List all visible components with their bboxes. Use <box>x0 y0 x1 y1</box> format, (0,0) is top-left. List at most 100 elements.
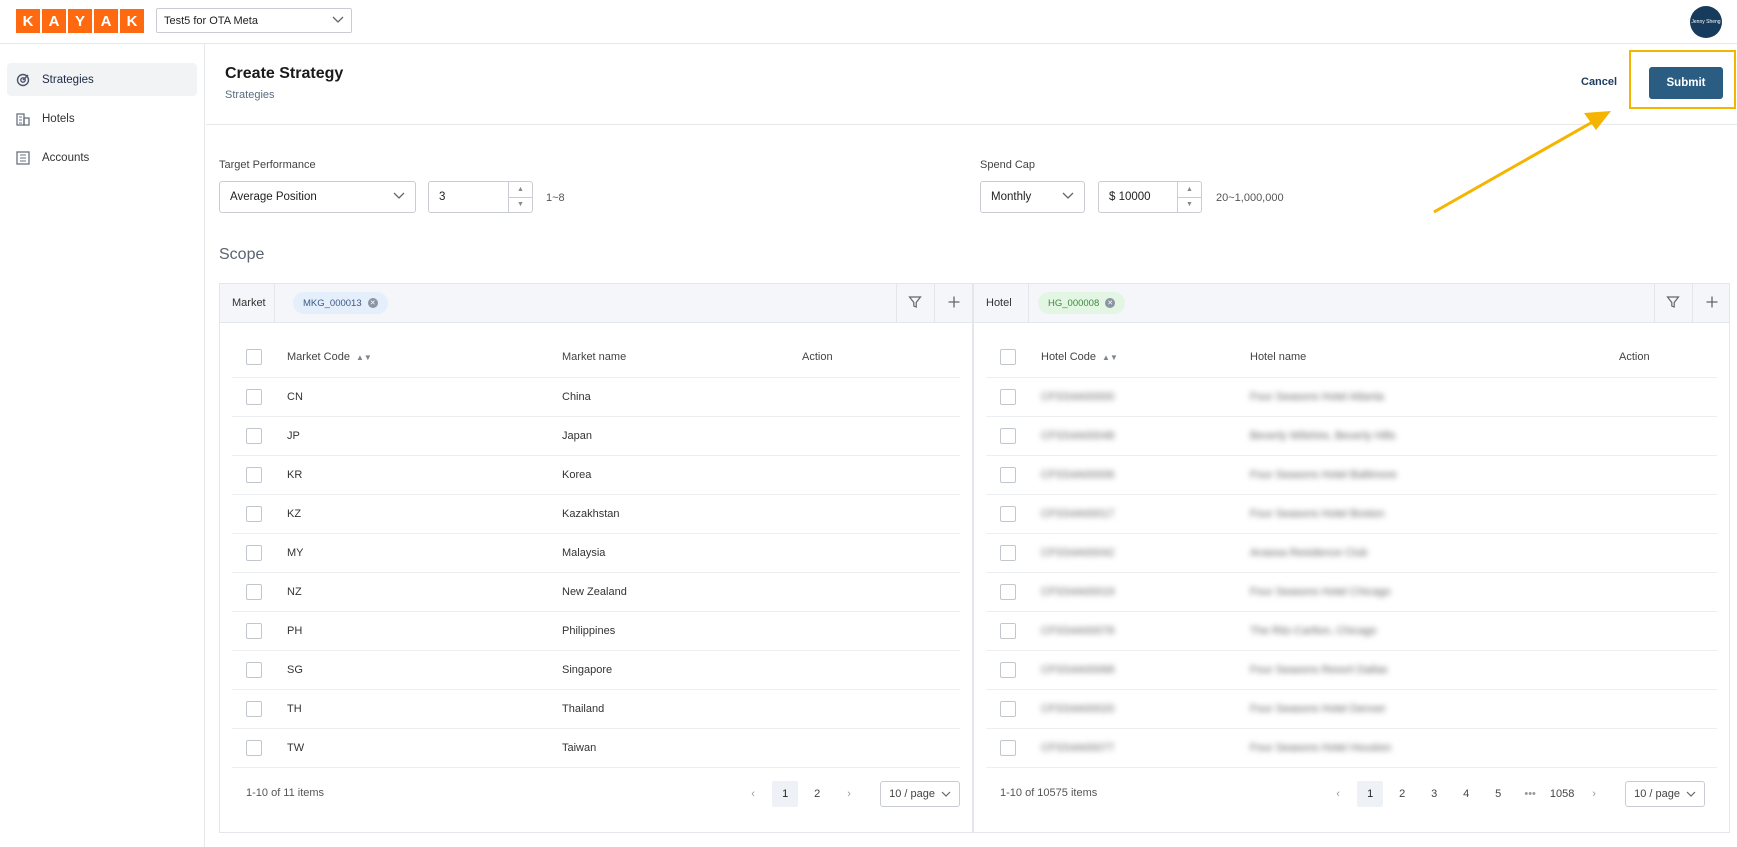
table-row[interactable]: CFSS4A00048 Beverly Wilshire, Beverly Hi… <box>986 417 1717 456</box>
cancel-button[interactable]: Cancel <box>1581 76 1617 88</box>
row-checkbox[interactable] <box>1000 584 1016 600</box>
kayak-logo[interactable]: K A Y A K <box>16 9 144 33</box>
market-tag[interactable]: MKG_000013 ✕ <box>293 292 388 314</box>
row-checkbox[interactable] <box>246 701 262 717</box>
table-row[interactable]: TH Thailand <box>232 690 960 729</box>
sidebar-item-strategies[interactable]: Strategies <box>7 63 197 96</box>
account-select[interactable]: Test5 for OTA Meta <box>156 8 352 33</box>
page-button[interactable]: 2 <box>804 781 830 807</box>
market-name: Philippines <box>562 625 616 637</box>
hotel-code: CFSS4A00006 <box>1041 469 1115 481</box>
row-checkbox[interactable] <box>1000 662 1016 678</box>
next-page-button[interactable]: › <box>836 781 862 807</box>
row-checkbox[interactable] <box>246 506 262 522</box>
sort-icon[interactable]: ▲▼ <box>1102 353 1118 362</box>
target-value-input[interactable]: 3 ▲ ▼ <box>428 181 533 213</box>
row-checkbox[interactable] <box>246 662 262 678</box>
page-button[interactable]: 3 <box>1421 781 1447 807</box>
table-row[interactable]: CFSS4A00042 Anassa Residence Club <box>986 534 1717 573</box>
add-icon[interactable] <box>1704 295 1720 312</box>
row-checkbox[interactable] <box>246 584 262 600</box>
chevron-up-icon[interactable]: ▲ <box>1178 182 1201 197</box>
spend-cap-stepper[interactable]: ▲ ▼ <box>1177 182 1201 212</box>
row-checkbox[interactable] <box>1000 701 1016 717</box>
chevron-down-icon[interactable]: ▼ <box>509 196 532 213</box>
chevron-down-icon[interactable]: ▼ <box>1178 196 1201 213</box>
divider <box>1654 284 1655 323</box>
row-checkbox[interactable] <box>1000 623 1016 639</box>
table-row[interactable]: PH Philippines <box>232 612 960 651</box>
column-header-hotel-name: Hotel name <box>1250 351 1307 363</box>
row-checkbox[interactable] <box>1000 389 1016 405</box>
row-checkbox[interactable] <box>246 740 262 756</box>
spend-cap-input[interactable]: $ 10000 ▲ ▼ <box>1098 181 1202 213</box>
table-row[interactable]: MY Malaysia <box>232 534 960 573</box>
table-row[interactable]: JP Japan <box>232 417 960 456</box>
table-row[interactable]: CFSS4A00068 Four Seasons Resort Dallas <box>986 651 1717 690</box>
filter-icon[interactable] <box>1665 295 1681 312</box>
table-row[interactable]: KR Korea <box>232 456 960 495</box>
table-row[interactable]: CFSS4A00017 Four Seasons Hotel Boston <box>986 495 1717 534</box>
page-button[interactable]: 1 <box>772 781 799 807</box>
filter-icon[interactable] <box>907 295 923 312</box>
row-checkbox[interactable] <box>1000 467 1016 483</box>
table-row[interactable]: CFSS4A00006 Four Seasons Hotel Baltimore <box>986 456 1717 495</box>
sort-icon[interactable]: ▲▼ <box>356 353 372 362</box>
user-avatar[interactable]: Jenny Sheng <box>1690 6 1722 38</box>
select-all-checkbox[interactable] <box>1000 349 1016 365</box>
table-row[interactable]: CFSS4A00020 Four Seasons Hotel Denver <box>986 690 1717 729</box>
target-metric-select[interactable]: Average Position <box>219 181 416 213</box>
table-row[interactable]: TW Taiwan <box>232 729 960 768</box>
table-row[interactable]: CN China <box>232 378 960 417</box>
column-header-hotel-code[interactable]: Hotel Code ▲▼ <box>1041 351 1118 363</box>
table-row[interactable]: NZ New Zealand <box>232 573 960 612</box>
page-size-select[interactable]: 10 / page <box>880 781 960 807</box>
market-label: Market <box>232 297 266 309</box>
select-all-checkbox[interactable] <box>246 349 262 365</box>
breadcrumb[interactable]: Strategies <box>225 89 275 101</box>
market-code: JP <box>287 430 300 442</box>
table-row[interactable]: CFSS4A00077 Four Seasons Hotel Houston <box>986 729 1717 768</box>
hotel-tag[interactable]: HG_000008 ✕ <box>1038 292 1126 314</box>
row-checkbox[interactable] <box>246 545 262 561</box>
page-button[interactable]: 1 <box>1357 781 1384 807</box>
hotel-name: Beverly Wilshire, Beverly Hills <box>1250 430 1396 442</box>
row-checkbox[interactable] <box>1000 428 1016 444</box>
table-row[interactable]: CFSS4A00019 Four Seasons Hotel Chicago <box>986 573 1717 612</box>
row-checkbox[interactable] <box>1000 506 1016 522</box>
page-button[interactable]: 2 <box>1389 781 1415 807</box>
sidebar-item-hotels[interactable]: Hotels <box>7 102 197 135</box>
prev-page-button[interactable]: ‹ <box>740 781 766 807</box>
page-button[interactable]: 5 <box>1485 781 1511 807</box>
row-checkbox[interactable] <box>246 467 262 483</box>
table-row[interactable]: SG Singapore <box>232 651 960 690</box>
row-checkbox[interactable] <box>246 389 262 405</box>
prev-page-button[interactable]: ‹ <box>1325 781 1351 807</box>
close-icon[interactable]: ✕ <box>1105 298 1116 308</box>
hotel-name: Four Seasons Hotel Baltimore <box>1250 469 1397 481</box>
row-checkbox[interactable] <box>1000 740 1016 756</box>
page-button[interactable]: 4 <box>1453 781 1479 807</box>
row-checkbox[interactable] <box>246 623 262 639</box>
sidebar-item-accounts[interactable]: Accounts <box>7 141 197 174</box>
close-icon[interactable]: ✕ <box>367 298 378 308</box>
next-page-button[interactable]: › <box>1581 781 1607 807</box>
table-row[interactable]: CFSS4A00000 Four Seasons Hotel Atlanta <box>986 378 1717 417</box>
table-row[interactable]: KZ Kazakhstan <box>232 495 960 534</box>
add-icon[interactable] <box>946 295 962 312</box>
sidebar-item-label: Accounts <box>42 151 90 164</box>
row-checkbox[interactable] <box>1000 545 1016 561</box>
chevron-down-icon <box>1062 191 1074 203</box>
target-value-stepper[interactable]: ▲ ▼ <box>508 182 532 212</box>
spend-period-select[interactable]: Monthly <box>980 181 1085 213</box>
page-ellipsis[interactable]: ••• <box>1517 781 1543 807</box>
annotation-highlight-box <box>1629 50 1736 109</box>
page-size-select[interactable]: 10 / page <box>1625 781 1705 807</box>
hotel-tag-label: HG_000008 <box>1048 297 1100 309</box>
market-name: New Zealand <box>562 586 627 598</box>
column-header-market-code[interactable]: Market Code ▲▼ <box>287 351 372 363</box>
chevron-up-icon[interactable]: ▲ <box>509 182 532 197</box>
table-row[interactable]: CFSS4A00078 The Ritz-Carlton, Chicago <box>986 612 1717 651</box>
row-checkbox[interactable] <box>246 428 262 444</box>
page-button[interactable]: 1058 <box>1549 781 1575 807</box>
